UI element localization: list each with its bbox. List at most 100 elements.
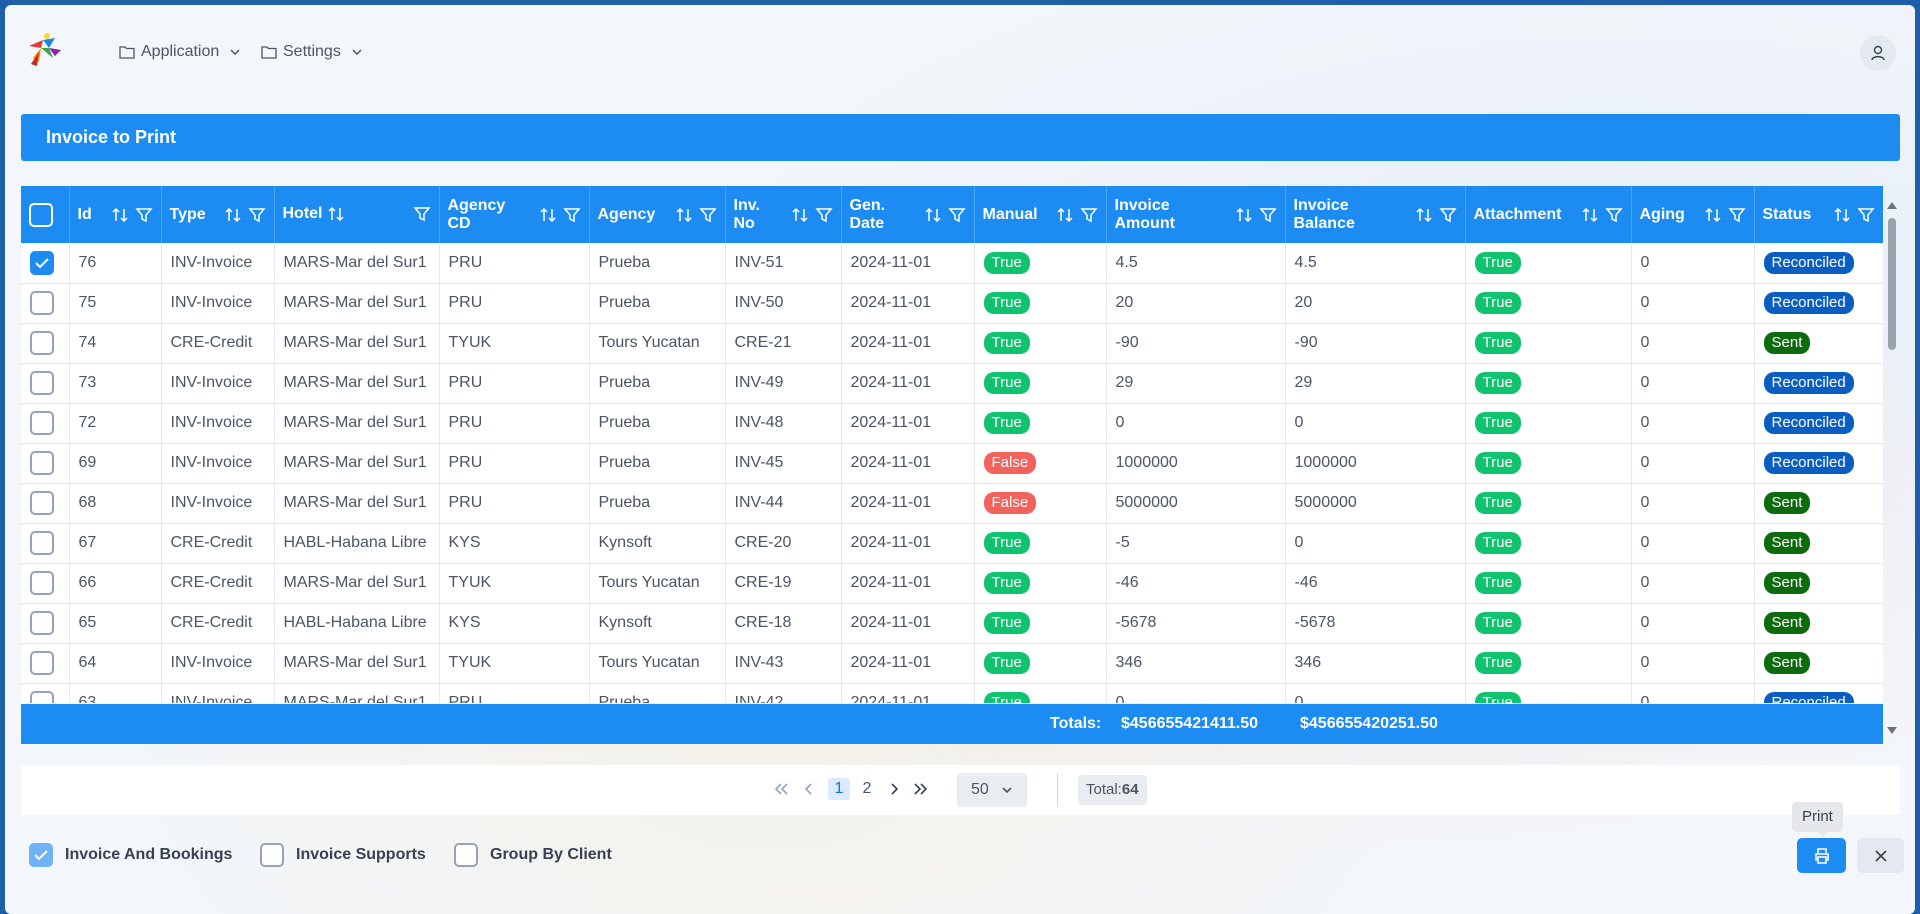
prev-page-icon[interactable] [804,782,814,796]
filter-icon[interactable] [1079,206,1098,224]
sort-icon[interactable] [1704,206,1722,224]
filter-icon[interactable] [247,206,266,224]
filter-icon[interactable] [814,206,833,224]
column-header[interactable]: Status [1754,186,1883,243]
filter-icon[interactable] [134,206,153,224]
row-checkbox[interactable] [30,250,54,275]
row-checkbox[interactable] [30,491,54,515]
cell-amount: 5000000 [1106,483,1286,524]
sort-icon[interactable] [1415,206,1433,224]
table-row[interactable]: 63 INV-Invoice MARS-Mar del Sur1 PRU Prueba I… [21,683,1883,703]
column-label: Type [169,205,206,223]
sort-icon[interactable] [1581,206,1599,224]
column-label: Status [1762,205,1812,223]
column-header[interactable]: Aging [1631,186,1755,243]
next-page-icon[interactable] [889,782,899,796]
scroll-down-icon[interactable] [1887,727,1897,735]
manual-badge: True [983,652,1030,674]
page-size-select[interactable]: 50 [957,773,1027,807]
invoice-and-bookings-checkbox[interactable] [29,843,53,867]
row-checkbox[interactable] [30,651,54,675]
last-page-icon[interactable] [913,782,929,796]
row-checkbox[interactable] [30,371,54,395]
column-header[interactable]: Agency CD [439,186,590,243]
group-by-client-checkbox[interactable] [454,843,478,867]
filter-icon[interactable] [1727,206,1746,224]
filter-icon[interactable] [947,206,966,224]
option-group-by-client[interactable]: Group By Client [454,843,612,867]
page-1-button[interactable]: 1 [828,778,850,800]
user-menu-button[interactable] [1860,35,1896,71]
row-checkbox[interactable] [30,291,54,315]
manual-badge: True [983,532,1030,554]
column-header[interactable]: Manual [974,186,1107,243]
option-invoice-and-bookings[interactable]: Invoice And Bookings [29,843,232,867]
cell-type: INV-Invoice [161,483,275,524]
sort-icon[interactable] [224,206,242,224]
sort-icon[interactable] [1235,206,1253,224]
column-header[interactable]: Hotel [274,186,440,243]
cell-date: 2024-11-01 [841,683,975,703]
row-checkbox[interactable] [30,451,54,475]
column-header[interactable]: Invoice Balance [1285,186,1466,243]
filter-icon[interactable] [412,205,431,223]
row-checkbox[interactable] [30,531,54,555]
page-2-button[interactable]: 2 [856,778,878,800]
select-all-checkbox[interactable] [29,202,53,227]
option-invoice-supports[interactable]: Invoice Supports [260,843,426,867]
attachment-badge: True [1474,612,1521,634]
sort-icon[interactable] [675,206,693,224]
scroll-up-icon[interactable] [1887,201,1897,209]
table-row[interactable]: 72 INV-Invoice MARS-Mar del Sur1 PRU Prueba I… [21,403,1883,444]
sort-icon[interactable] [924,206,942,224]
table-row[interactable]: 68 INV-Invoice MARS-Mar del Sur1 PRU Prueba I… [21,483,1883,524]
table-row[interactable]: 76 INV-Invoice MARS-Mar del Sur1 PRU Prueba I… [21,243,1883,284]
table-row[interactable]: 64 INV-Invoice MARS-Mar del Sur1 TYUK Tours … [21,643,1883,684]
filter-icon[interactable] [562,206,581,224]
column-header[interactable]: Inv. No [725,186,842,243]
cell-balance: -5678 [1285,603,1466,644]
close-button[interactable] [1857,838,1904,873]
menu-application[interactable]: Application [119,43,241,61]
sort-icon[interactable] [1833,206,1851,224]
column-header[interactable]: Id [69,186,162,243]
table-row[interactable]: 69 INV-Invoice MARS-Mar del Sur1 PRU Prueba I… [21,443,1883,484]
column-header[interactable]: Attachment [1465,186,1632,243]
column-header[interactable]: Type [161,186,275,243]
column-header[interactable]: Agency [589,186,726,243]
cell-agency: Tours Yucatan [589,323,726,364]
table-row[interactable]: 65 CRE-Credit HABL-Habana Libre KYS Kynsoft C… [21,603,1883,644]
table-row[interactable]: 66 CRE-Credit MARS-Mar del Sur1 TYUK Tours Y… [21,563,1883,604]
filter-icon[interactable] [1258,206,1277,224]
menu-settings[interactable]: Settings [261,43,363,61]
print-button[interactable] [1797,838,1846,873]
row-checkbox[interactable] [30,611,54,635]
app-logo-icon[interactable] [21,28,65,72]
scrollbar-thumb[interactable] [1888,218,1896,350]
table-row[interactable]: 75 INV-Invoice MARS-Mar del Sur1 PRU Prueba I… [21,283,1883,324]
sort-icon[interactable] [791,206,809,224]
filter-icon[interactable] [1856,206,1875,224]
filter-icon[interactable] [1438,206,1457,224]
filter-icon[interactable] [1604,206,1623,224]
invoice-supports-checkbox[interactable] [260,843,284,867]
row-checkbox[interactable] [30,411,54,435]
row-checkbox[interactable] [30,691,54,703]
sort-icon[interactable] [539,206,557,224]
first-page-icon[interactable] [773,782,789,796]
table-row[interactable]: 74 CRE-Credit MARS-Mar del Sur1 TYUK Tours Y… [21,323,1883,364]
sort-icon[interactable] [327,205,345,223]
cell-manual: True [974,643,1107,684]
sort-icon[interactable] [111,206,129,224]
cell-date: 2024-11-01 [841,483,975,524]
row-checkbox[interactable] [30,571,54,595]
column-header[interactable]: Invoice Amount [1106,186,1286,243]
table-row[interactable]: 67 CRE-Credit HABL-Habana Libre KYS Kynsoft C… [21,523,1883,564]
row-select-cell [21,523,70,564]
column-header[interactable]: Gen. Date [841,186,975,243]
sort-icon[interactable] [1056,206,1074,224]
filter-icon[interactable] [698,206,717,224]
cell-aging: 0 [1631,603,1755,644]
table-row[interactable]: 73 INV-Invoice MARS-Mar del Sur1 PRU Prueba I… [21,363,1883,404]
row-checkbox[interactable] [30,331,54,355]
